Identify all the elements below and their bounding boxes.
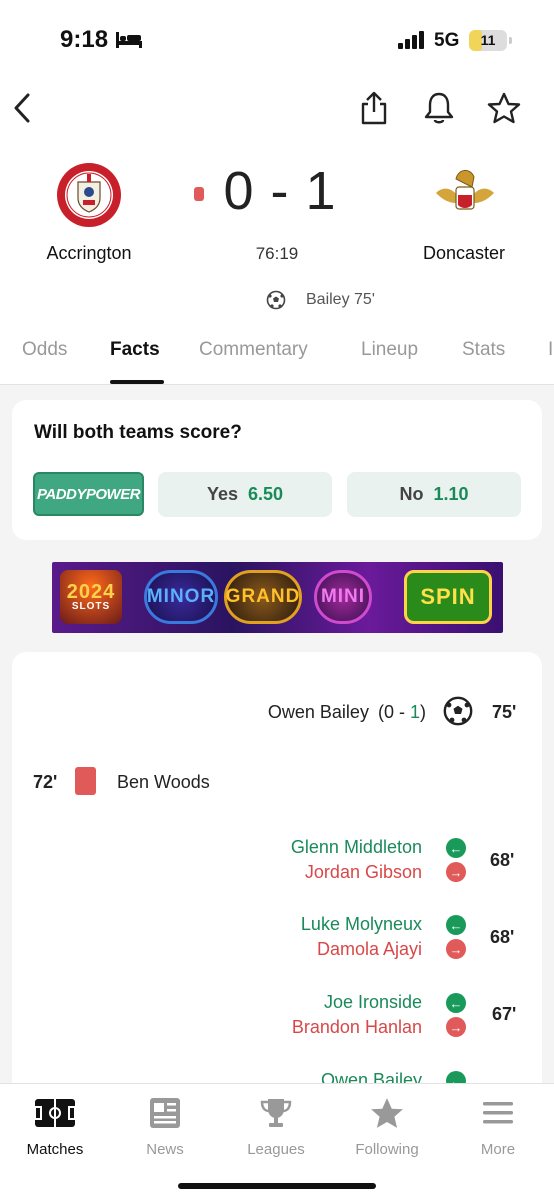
nav-label: Leagues	[247, 1141, 305, 1158]
nav-more[interactable]: More	[443, 1094, 553, 1158]
odds-no-value: 1.10	[433, 484, 469, 504]
status-time: 9:18	[60, 26, 109, 53]
goal-summary: Bailey 75'	[266, 290, 375, 310]
menu-icon	[483, 1102, 513, 1124]
status-bar: 9:18 5G 11	[0, 0, 554, 80]
sub-out-arrow-icon: →	[446, 1017, 466, 1037]
bed-icon	[116, 32, 142, 48]
odds-yes-button[interactable]: Yes 6.50	[158, 472, 332, 517]
star-icon	[487, 92, 521, 124]
goal-scorer: Owen Bailey	[267, 702, 369, 722]
share-icon	[361, 91, 387, 125]
sub-out-arrow-icon: →	[446, 862, 466, 882]
favorite-button[interactable]	[484, 88, 524, 128]
nav-matches[interactable]: Matches	[0, 1094, 110, 1158]
sub-in-arrow-icon: ←	[446, 838, 466, 858]
sub-in-player[interactable]: Glenn Middleton	[291, 837, 422, 858]
sub-out-player[interactable]: Brandon Hanlan	[292, 1017, 422, 1038]
battery-level: 11	[480, 32, 496, 48]
sub-minute: 68'	[490, 927, 515, 947]
away-team-name[interactable]: Doncaster	[384, 243, 544, 264]
accrington-crest-icon	[57, 163, 121, 227]
battery-icon: 11	[469, 30, 512, 51]
ad-word-mini: MINI	[314, 570, 372, 624]
signal-icon	[398, 31, 424, 49]
goal-score-open: (0 -	[377, 702, 410, 722]
nav-label: More	[480, 1141, 516, 1158]
bet-question: Will both teams score?	[34, 422, 242, 443]
goal-minute: 75'	[492, 702, 517, 722]
ad-year-sub: SLOTS	[71, 601, 111, 612]
trophy-icon	[260, 1099, 292, 1127]
goal-score-close: )	[420, 702, 426, 722]
bell-icon	[424, 92, 454, 124]
doncaster-crest-icon	[436, 170, 494, 210]
tab-facts[interactable]: Facts	[110, 339, 160, 361]
goal-event[interactable]: Owen Bailey (0 - 1)	[268, 702, 426, 723]
nav-label: Matches	[26, 1141, 84, 1158]
back-arrow-icon	[14, 93, 30, 123]
pitch-icon	[34, 1099, 76, 1127]
active-tab-indicator	[110, 380, 164, 384]
red-card-icon	[75, 767, 96, 795]
sub-in-player[interactable]: Luke Molyneux	[301, 914, 422, 935]
bookmaker-logo[interactable]: PADDYPOWER	[33, 472, 144, 516]
tab-overflow[interactable]: I	[548, 339, 553, 361]
news-icon	[150, 1098, 180, 1128]
sub-out-player[interactable]: Jordan Gibson	[305, 862, 422, 883]
goal-score-value: 1	[409, 702, 420, 722]
red-card-player[interactable]: Ben Woods	[117, 772, 210, 793]
sub-in-arrow-icon: ←	[446, 915, 466, 935]
live-indicator	[194, 187, 204, 201]
odds-no-label: No	[399, 484, 424, 504]
football-icon	[443, 696, 473, 726]
share-button[interactable]	[354, 88, 394, 128]
ad-year: 2024	[66, 581, 116, 603]
nav-label: Following	[355, 1141, 419, 1158]
sub-in-arrow-icon: ←	[446, 993, 466, 1013]
star-icon	[371, 1098, 403, 1128]
ad-slots-logo: 2024 SLOTS	[60, 570, 122, 624]
nav-label: News	[146, 1141, 184, 1158]
sub-out-player[interactable]: Damola Ajayi	[317, 939, 422, 960]
sub-in-player[interactable]: Joe Ironside	[324, 992, 422, 1013]
match-clock: 76:19	[255, 244, 299, 263]
back-button[interactable]	[2, 88, 42, 128]
sub-minute: 68'	[490, 850, 515, 870]
nav-following[interactable]: Following	[332, 1094, 442, 1158]
tab-stats[interactable]: Stats	[462, 339, 505, 361]
notification-button[interactable]	[419, 88, 459, 128]
match-tabs: Odds Facts Commentary Lineup Stats I	[0, 335, 554, 385]
match-score: 0 - 1	[223, 161, 337, 221]
tab-odds[interactable]: Odds	[22, 339, 67, 361]
odds-yes-label: Yes	[206, 484, 238, 504]
home-team-name[interactable]: Accrington	[9, 243, 169, 264]
ad-word-grand: GRAND	[224, 570, 302, 624]
goal-summary-text: Bailey 75'	[306, 291, 375, 308]
sub-minute: 67'	[492, 1004, 517, 1024]
ad-banner[interactable]: 2024 SLOTS MINOR GRAND MINI SPIN	[52, 562, 503, 633]
tab-lineup[interactable]: Lineup	[361, 339, 418, 361]
ad-word-minor: MINOR	[144, 570, 218, 624]
network-type: 5G	[434, 30, 460, 51]
odds-yes-value: 6.50	[248, 484, 284, 504]
sub-out-arrow-icon: →	[446, 939, 466, 959]
match-header: 9:18 5G 11 Accrington Doncaster 0 - 1 76…	[0, 0, 554, 385]
odds-no-button[interactable]: No 1.10	[347, 472, 521, 517]
both-teams-score-card: Will both teams score? PADDYPOWER Yes 6.…	[12, 400, 542, 540]
football-icon	[266, 290, 286, 310]
nav-leagues[interactable]: Leagues	[221, 1094, 331, 1158]
tab-commentary[interactable]: Commentary	[199, 339, 308, 361]
nav-news[interactable]: News	[110, 1094, 220, 1158]
red-card-minute: 72'	[33, 772, 58, 792]
ad-spin-button[interactable]: SPIN	[404, 570, 492, 624]
home-indicator[interactable]	[178, 1183, 376, 1189]
